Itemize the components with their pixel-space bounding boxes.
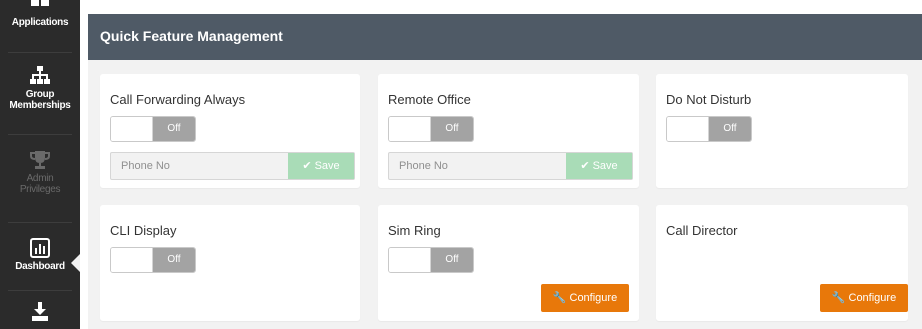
remote-office-toggle[interactable]: Off bbox=[388, 116, 474, 142]
toggle-knob bbox=[389, 248, 431, 272]
phone-input[interactable] bbox=[111, 153, 289, 179]
sidebar-item-download[interactable] bbox=[0, 302, 80, 325]
phone-input-group: ✔Save bbox=[388, 152, 633, 180]
card-title: Do Not Disturb bbox=[666, 92, 752, 107]
card-title: Call Director bbox=[666, 223, 738, 238]
download-icon bbox=[32, 302, 48, 321]
cli-display-toggle[interactable]: Off bbox=[110, 247, 196, 273]
divider bbox=[8, 290, 72, 291]
sim-ring-toggle[interactable]: Off bbox=[388, 247, 474, 273]
save-label: Save bbox=[314, 160, 340, 172]
phone-input[interactable] bbox=[389, 153, 567, 179]
check-icon: ✔ bbox=[580, 160, 590, 172]
divider bbox=[8, 134, 72, 135]
toggle-state: Off bbox=[153, 117, 195, 141]
card-title: Remote Office bbox=[388, 92, 471, 107]
save-label: Save bbox=[592, 160, 618, 172]
sitemap-icon bbox=[30, 66, 50, 84]
wrench-icon: 🔧 bbox=[831, 292, 846, 304]
sidebar-item-admin-privileges[interactable]: Admin Privileges bbox=[0, 150, 80, 195]
sidebar-item-label: Group Memberships bbox=[9, 89, 71, 111]
toggle-state: Off bbox=[709, 117, 751, 141]
sidebar-item-label: Dashboard bbox=[15, 261, 65, 272]
card-title: CLI Display bbox=[110, 223, 177, 238]
phone-input-group: ✔Save bbox=[110, 152, 355, 180]
call-director-configure-button[interactable]: 🔧 Configure bbox=[820, 284, 908, 312]
page-title: Quick Feature Management bbox=[100, 28, 283, 44]
toggle-state: Off bbox=[431, 117, 473, 141]
sim-ring-configure-button[interactable]: 🔧 Configure bbox=[541, 284, 629, 312]
card-remote-office: Remote Office Off ✔Save bbox=[378, 74, 639, 188]
configure-label: Configure bbox=[569, 292, 618, 304]
card-title: Sim Ring bbox=[388, 223, 441, 238]
card-sim-ring: Sim Ring Off 🔧 Configure bbox=[378, 205, 639, 321]
toggle-knob bbox=[667, 117, 709, 141]
main-panel: Quick Feature Management Call Forwarding… bbox=[88, 14, 922, 329]
panel-header: Quick Feature Management bbox=[88, 14, 922, 60]
toggle-state: Off bbox=[153, 248, 195, 272]
configure-label: Configure bbox=[848, 292, 897, 304]
call-forwarding-toggle[interactable]: Off bbox=[110, 116, 196, 142]
toggle-knob bbox=[111, 117, 153, 141]
toggle-state: Off bbox=[431, 248, 473, 272]
card-call-forwarding-always: Call Forwarding Always Off ✔Save bbox=[100, 74, 360, 188]
toggle-knob bbox=[389, 117, 431, 141]
do-not-disturb-toggle[interactable]: Off bbox=[666, 116, 752, 142]
card-do-not-disturb: Do Not Disturb Off bbox=[656, 74, 908, 188]
check-icon: ✔ bbox=[302, 160, 312, 172]
bar-chart-icon bbox=[30, 238, 50, 258]
divider bbox=[8, 52, 72, 53]
sidebar-item-group-memberships[interactable]: Group Memberships bbox=[0, 66, 80, 111]
sidebar-item-applications[interactable]: Applications bbox=[0, 0, 80, 28]
trophy-icon bbox=[30, 151, 50, 169]
card-title: Call Forwarding Always bbox=[110, 92, 246, 107]
card-cli-display: CLI Display Off bbox=[100, 205, 360, 321]
divider bbox=[8, 222, 72, 223]
save-button[interactable]: ✔ Save bbox=[288, 153, 354, 179]
wrench-icon: 🔧 bbox=[552, 292, 567, 304]
grid-icon bbox=[31, 0, 49, 6]
sidebar-item-label: Admin Privileges bbox=[19, 173, 61, 195]
sidebar: Applications Group Memberships Admin Pri… bbox=[0, 0, 80, 329]
card-call-director: Call Director 🔧 Configure bbox=[656, 205, 908, 321]
sidebar-item-label: Applications bbox=[11, 17, 69, 28]
toggle-knob bbox=[111, 248, 153, 272]
save-button[interactable]: ✔ Save bbox=[566, 153, 632, 179]
active-indicator bbox=[71, 254, 80, 272]
sidebar-item-dashboard[interactable]: Dashboard bbox=[0, 238, 80, 272]
